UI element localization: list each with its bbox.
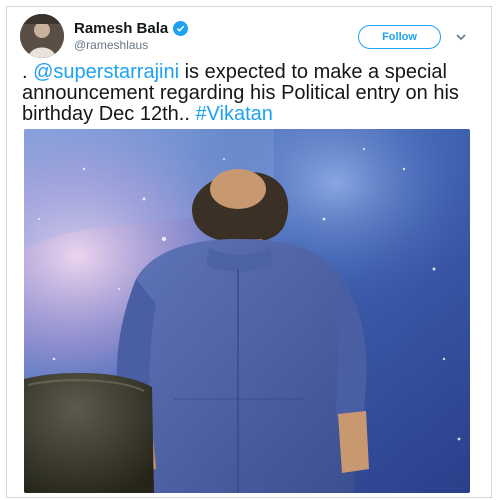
user-handle[interactable]: @rameshlaus	[74, 38, 148, 52]
tweet-text: . @superstarrajini is expected to make a…	[22, 62, 467, 125]
chevron-down-icon[interactable]	[454, 30, 468, 44]
verified-badge-icon	[173, 21, 189, 36]
hashtag-link[interactable]: #Vikatan	[195, 103, 272, 125]
display-name[interactable]: Ramesh Bala	[74, 20, 168, 37]
author-name-row[interactable]: Ramesh Bala	[74, 20, 189, 37]
mention-link[interactable]: @superstarrajini	[33, 61, 179, 83]
follow-button[interactable]: Follow	[358, 25, 441, 49]
text-prefix: .	[22, 61, 34, 83]
tweet-photo[interactable]	[24, 129, 470, 493]
avatar[interactable]	[20, 14, 64, 58]
